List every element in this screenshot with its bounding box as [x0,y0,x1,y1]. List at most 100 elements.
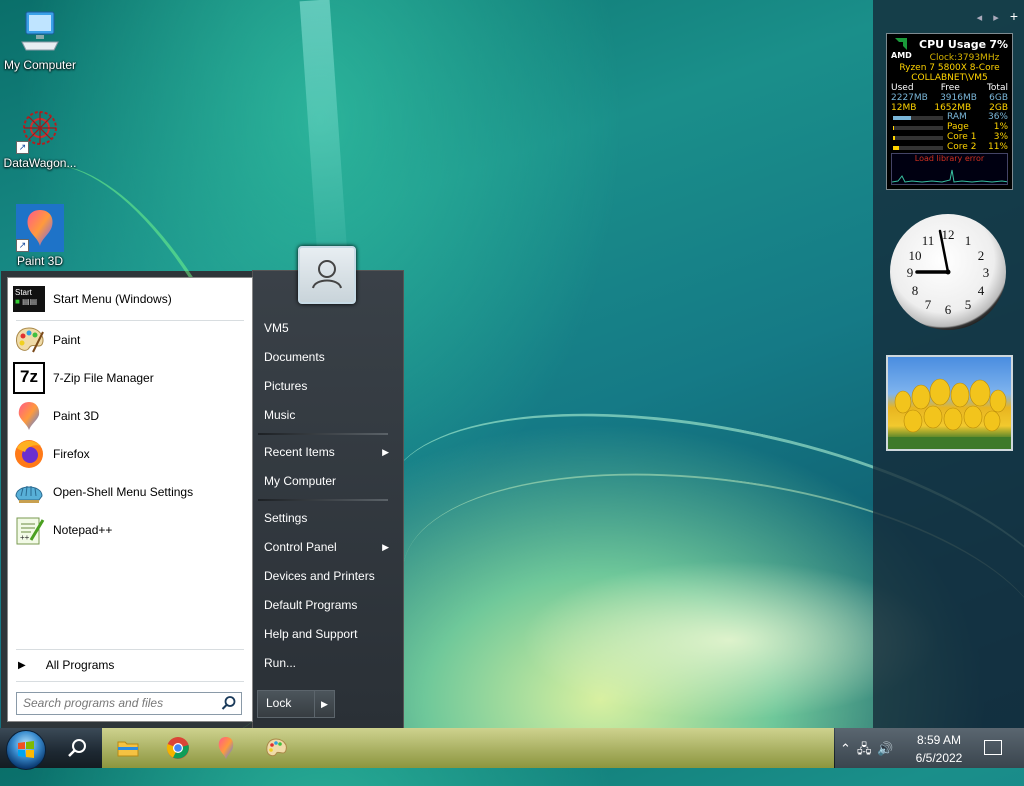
slideshow-gadget[interactable] [886,355,1013,451]
sidebar-next-button[interactable]: ▸ [993,12,999,24]
sidebar-nav: ◂ ▸ + [969,8,1018,24]
paint3d-icon: ↗ [16,204,64,252]
cpu-usage-percent: 7% [989,38,1008,51]
clock-gadget[interactable]: 12 1 2 345 678 9 10 11 [890,214,1006,330]
paint-palette-icon [13,324,45,356]
paint3d-icon [13,400,45,432]
lock-button[interactable]: Lock ▶ [257,690,335,718]
datawagon-icon: ↗ [16,106,64,154]
notepadpp-icon: ++ [13,514,45,546]
program-start-menu-windows[interactable]: Start ■ ▤▤ Start Menu (Windows) [8,281,252,317]
start-item-documents[interactable]: Documents [264,346,389,368]
paint-palette-icon[interactable] [264,736,288,760]
clock-time: 8:59 AM [916,733,962,747]
start-item-default-programs[interactable]: Default Programs [264,594,389,616]
separator [258,499,388,501]
desktop-icon-my-computer[interactable]: My Computer [0,8,80,72]
program-notepad-plus-plus[interactable]: ++ Notepad++ [8,512,252,548]
start-item-settings[interactable]: Settings [264,507,389,529]
separator [16,681,244,682]
submenu-arrow-icon: ▶ [382,447,389,457]
search-icon[interactable] [221,695,237,711]
volume-icon[interactable]: 🔊 [877,741,899,756]
file-explorer-icon[interactable] [116,736,140,760]
tray-icons: ⌃🖧🔊 [840,740,900,762]
submenu-arrow-icon: ▶ [382,542,389,552]
svg-text:3: 3 [983,265,990,280]
start-item-control-panel[interactable]: Control Panel ▶ [264,536,389,558]
computer-icon [16,8,64,56]
chrome-icon[interactable] [166,736,190,760]
desktop-icon-label: Paint 3D [16,254,64,268]
svg-text:2: 2 [978,248,985,263]
network-icon[interactable]: 🖧 [857,741,878,756]
sidebar-prev-button[interactable]: ◂ [977,12,983,24]
program-paint-3d[interactable]: Paint 3D [8,398,252,434]
separator [16,649,244,650]
graph-error-text: Load library error [914,154,985,163]
separator [16,320,244,321]
svg-text:8: 8 [912,283,919,298]
lock-options-arrow-icon[interactable]: ▶ [314,691,334,717]
taskbar-clock[interactable]: 8:59 AM 6/5/2022 [912,731,966,767]
search-placeholder: Search programs and files [23,696,164,710]
start-item-recent-items[interactable]: Recent Items ▶ [264,441,389,463]
start-item-run[interactable]: Run... [264,652,389,674]
svg-text:10: 10 [909,248,922,263]
shortcut-arrow-icon: ↗ [16,141,29,154]
svg-text:9: 9 [907,265,914,280]
start-item-help-and-support[interactable]: Help and Support [264,623,389,645]
start-item-music[interactable]: Music [264,404,389,426]
cpu-host: COLLABNET\VM5 [911,73,988,83]
user-icon [312,260,342,289]
action-center-icon[interactable] [984,740,1002,755]
svg-text:6: 6 [945,302,952,317]
svg-text:11: 11 [922,233,935,248]
clock-date: 6/5/2022 [915,751,963,765]
show-hidden-icons-chevron-icon[interactable]: ⌃ [840,741,857,756]
shortcut-arrow-icon: ↗ [16,239,29,252]
start-item-vm5[interactable]: VM5 [264,317,389,339]
user-avatar[interactable] [298,246,356,304]
svg-text:12: 12 [942,227,955,242]
svg-text:++: ++ [20,533,30,542]
start-menu-icon: Start ■ ▤▤ [13,286,45,312]
7zip-icon: 7z [13,362,45,394]
cpu-usage-gadget[interactable]: AMD CPU Usage 7% Clock:3793MHz Ryzen 7 5… [886,33,1013,190]
cpu-model: Ryzen 7 5800X 8-Core [899,63,1000,73]
search-programs-input[interactable]: Search programs and files [16,692,242,715]
program-paint[interactable]: Paint [8,322,252,358]
desktop-icon-label: My Computer [3,58,77,72]
start-item-my-computer[interactable]: My Computer [264,470,389,492]
cpu-clock: Clock:3793MHz [929,53,1000,63]
svg-text:7: 7 [925,297,932,312]
svg-text:5: 5 [965,297,972,312]
desktop-icon-paint-3d[interactable]: ↗ Paint 3D [0,204,80,268]
program-firefox[interactable]: Firefox [8,436,252,472]
program-7zip[interactable]: 7z 7-Zip File Manager [8,360,252,396]
svg-text:4: 4 [978,283,985,298]
cpu-history-graph: Load library error [891,153,1008,185]
triangle-right-icon: ▶ [18,659,26,671]
all-programs-button[interactable]: ▶ All Programs [8,653,252,677]
open-shell-icon [13,476,45,508]
memory-row-ram: 2227MB 3916MB 6GB [891,93,1008,103]
desktop-icon-label: DataWagon... [3,156,77,170]
start-menu-programs-pane: Start ■ ▤▤ Start Menu (Windows) Paint 7z … [7,277,253,722]
separator [258,433,388,435]
sidebar-add-button[interactable]: + [1010,8,1018,24]
firefox-icon [13,438,45,470]
start-button[interactable] [6,730,46,770]
paint3d-icon[interactable] [214,736,238,760]
taskbar-highlight [102,728,834,768]
gadget-sidebar: ◂ ▸ + AMD CPU Usage 7% Clock:3793MHz Ryz… [873,0,1024,728]
amd-logo-icon: AMD [891,38,915,60]
search-icon[interactable] [66,736,90,760]
start-item-pictures[interactable]: Pictures [264,375,389,397]
cpu-usage-title: CPU Usage 7% [919,38,1008,51]
svg-text:1: 1 [965,233,972,248]
program-open-shell-settings[interactable]: Open-Shell Menu Settings [8,474,252,510]
start-item-devices-and-printers[interactable]: Devices and Printers [264,565,389,587]
windows-logo-icon [18,741,34,758]
desktop-icon-datawagon[interactable]: ↗ DataWagon... [0,106,80,170]
